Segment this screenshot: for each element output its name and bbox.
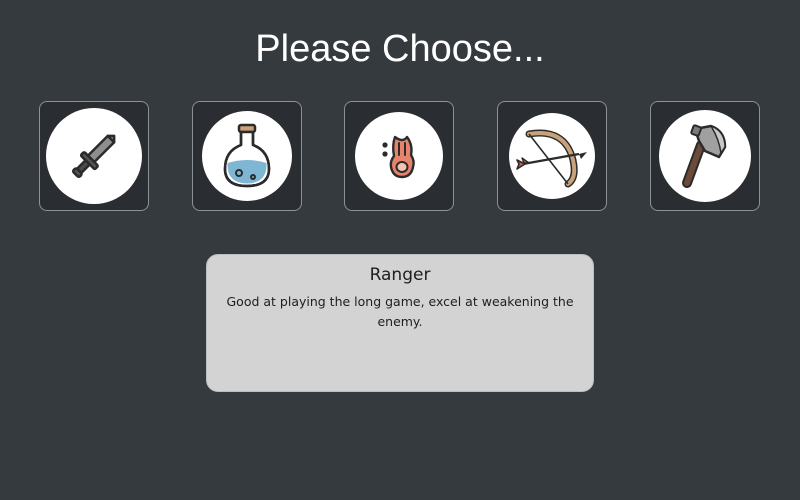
choice-disc	[659, 110, 751, 202]
choice-disc	[202, 111, 292, 201]
class-description-panel: Ranger Good at playing the long game, ex…	[206, 254, 594, 392]
class-description: Good at playing the long game, excel at …	[226, 294, 574, 329]
choice-disc	[46, 108, 142, 204]
class-name: Ranger	[369, 265, 431, 285]
choice-disc	[355, 112, 443, 200]
choice-bow-button[interactable]	[497, 101, 607, 211]
axe-icon	[682, 124, 727, 188]
choice-potion-button[interactable]	[192, 101, 302, 211]
fireball-icon	[382, 135, 415, 179]
sword-icon	[72, 134, 116, 178]
character-select-screen: Please Choose... Ranger Good at playing …	[0, 0, 800, 500]
page-title: Please Choose...	[255, 28, 545, 70]
bow-arrow-icon	[516, 129, 587, 188]
choice-sword-button[interactable]	[39, 101, 149, 211]
potion-icon	[223, 123, 271, 188]
choice-axe-button[interactable]	[650, 101, 760, 211]
choice-fireball-button[interactable]	[344, 101, 454, 211]
choice-disc	[509, 113, 595, 199]
